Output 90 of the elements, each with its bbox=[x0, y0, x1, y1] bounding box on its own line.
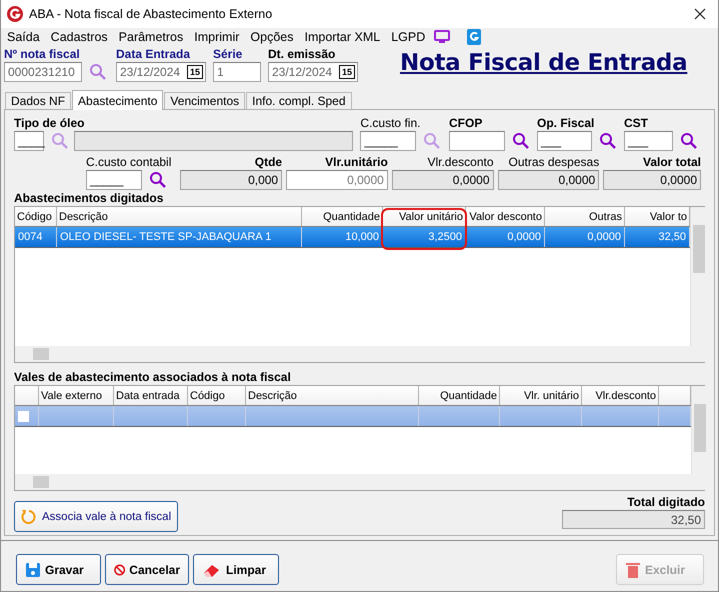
field-label: CFOP bbox=[449, 116, 484, 131]
input-field[interactable]: 23/12/2024 15 bbox=[268, 62, 358, 82]
input-field[interactable]: 0,0000 bbox=[498, 170, 600, 190]
search-icon[interactable] bbox=[512, 132, 530, 150]
section-title: Abastecimentos digitados bbox=[14, 191, 164, 206]
input-field[interactable]: 0,0000 bbox=[603, 170, 701, 190]
table-cell: 0,0000 bbox=[545, 227, 625, 247]
table-cell: 0,0000 bbox=[466, 227, 545, 247]
field-label: C.custo contabil bbox=[86, 155, 172, 170]
tab[interactable]: Vencimentos bbox=[164, 92, 246, 109]
field-label: Valor total bbox=[642, 155, 701, 170]
input-field[interactable]: ___ bbox=[537, 131, 592, 151]
table-cell: 3,2500 bbox=[383, 227, 466, 247]
field-label: C.custo fin. bbox=[360, 116, 422, 131]
menu-item[interactable]: Parâmetros bbox=[118, 30, 184, 44]
field-label: Nº nota fiscal bbox=[4, 46, 81, 62]
tab[interactable]: Info. compl. Sped bbox=[246, 92, 352, 109]
calendar-button[interactable]: 15 bbox=[339, 65, 355, 79]
tab[interactable]: Abastecimento bbox=[72, 90, 164, 110]
field-label: Dt. emissão bbox=[268, 46, 336, 62]
search-icon[interactable] bbox=[680, 132, 698, 150]
vertical-scrollbar[interactable] bbox=[691, 386, 708, 474]
horizontal-scrollbar[interactable] bbox=[15, 346, 707, 362]
input-field[interactable]: 0000231210 bbox=[4, 62, 82, 82]
column-header[interactable]: Vlr.desconto bbox=[582, 386, 659, 405]
horizontal-scrollbar[interactable] bbox=[15, 474, 708, 490]
input-field[interactable] bbox=[449, 131, 505, 151]
window-title: ABA - Nota fiscal de Abastecimento Externo bbox=[29, 7, 272, 21]
column-header[interactable]: Código bbox=[188, 386, 246, 405]
field-label: Outras despesas bbox=[507, 155, 600, 170]
column-header[interactable]: Quantidade bbox=[302, 207, 383, 226]
close-icon[interactable] bbox=[694, 8, 706, 20]
column-header[interactable]: Data entrada bbox=[114, 386, 188, 405]
field-label: Data Entrada bbox=[116, 46, 192, 62]
column-header[interactable]: Quantidade bbox=[419, 386, 500, 405]
column-header[interactable]: Código bbox=[15, 207, 57, 226]
app-logo-icon bbox=[7, 6, 23, 22]
input-field[interactable]: _____ bbox=[360, 131, 416, 151]
menu-item[interactable]: Cadastros bbox=[50, 30, 108, 44]
checkbox[interactable] bbox=[18, 410, 29, 422]
field-label: Qtde bbox=[254, 155, 282, 170]
field-label: Vlr.unitário bbox=[324, 155, 388, 170]
table-cell: 0074 bbox=[15, 227, 57, 247]
tab[interactable]: Dados NF bbox=[5, 92, 72, 109]
search-icon[interactable] bbox=[149, 171, 167, 189]
search-icon[interactable] bbox=[89, 63, 107, 81]
table-row[interactable] bbox=[15, 406, 691, 427]
menu-item[interactable]: Imprimir bbox=[194, 30, 240, 44]
input-field[interactable]: ___ bbox=[624, 131, 673, 151]
floppy-icon bbox=[25, 562, 41, 578]
column-header[interactable]: Valor desconto bbox=[466, 207, 545, 226]
menu-item[interactable]: Saída bbox=[7, 30, 40, 44]
field-label: Op. Fiscal bbox=[537, 116, 596, 131]
menu-item[interactable]: Opções bbox=[250, 30, 294, 44]
input-field[interactable]: 0,0000 bbox=[286, 170, 388, 190]
input-field[interactable]: ____ bbox=[14, 131, 44, 151]
table-cell: OLEO DIESEL- TESTE SP-JABAQUARA 1 bbox=[57, 227, 302, 247]
page-title: Nota Fiscal de Entrada bbox=[400, 50, 688, 76]
action-button[interactable]: Limpar bbox=[193, 554, 279, 585]
input-field[interactable]: 23/12/2024 15 bbox=[116, 62, 206, 82]
column-header[interactable]: Outras bbox=[545, 207, 625, 226]
associate-button[interactable]: Associa vale à nota fiscal bbox=[14, 501, 178, 532]
search-icon[interactable] bbox=[599, 132, 617, 150]
refresh-icon bbox=[20, 508, 38, 526]
field-label: Tipo de óleo bbox=[14, 116, 86, 131]
trash-icon bbox=[625, 560, 641, 578]
table-cell: 10,000 bbox=[302, 227, 383, 247]
field-label: CST bbox=[624, 116, 649, 131]
column-header[interactable]: Vlr. unitário bbox=[500, 386, 582, 405]
field-label: Série bbox=[213, 46, 244, 62]
section-title: Vales de abastecimento associados à nota fiscal bbox=[14, 370, 292, 385]
total-label: Total digitado bbox=[627, 495, 705, 510]
action-button[interactable]: Cancelar bbox=[105, 554, 189, 585]
table-row[interactable]: 0074 OLEO DIESEL- TESTE SP-JABAQUARA 1 10,000 3,2500 0,0000 0,0000 32,50 bbox=[15, 227, 690, 248]
column-header[interactable]: Descrição bbox=[246, 386, 419, 405]
field-label: Vlr.desconto bbox=[426, 155, 494, 170]
input-field[interactable]: 1 bbox=[213, 62, 261, 82]
calendar-button[interactable]: 15 bbox=[187, 65, 203, 79]
app-badge-icon[interactable] bbox=[467, 29, 482, 45]
input-field[interactable]: _____ bbox=[86, 170, 142, 190]
action-button[interactable]: Gravar bbox=[16, 554, 101, 585]
column-header[interactable]: Vale externo bbox=[39, 386, 114, 405]
input-field[interactable]: 0,0000 bbox=[392, 170, 494, 190]
menu-item[interactable]: LGPD bbox=[391, 30, 426, 44]
total-field: 32,50 bbox=[562, 510, 705, 529]
column-header[interactable]: Descrição bbox=[57, 207, 302, 226]
input-field[interactable]: 0,000 bbox=[180, 170, 282, 190]
column-header[interactable]: Valor unitário bbox=[383, 207, 466, 226]
menu-item[interactable]: Importar XML bbox=[304, 30, 380, 44]
monitor-icon[interactable] bbox=[434, 30, 450, 44]
